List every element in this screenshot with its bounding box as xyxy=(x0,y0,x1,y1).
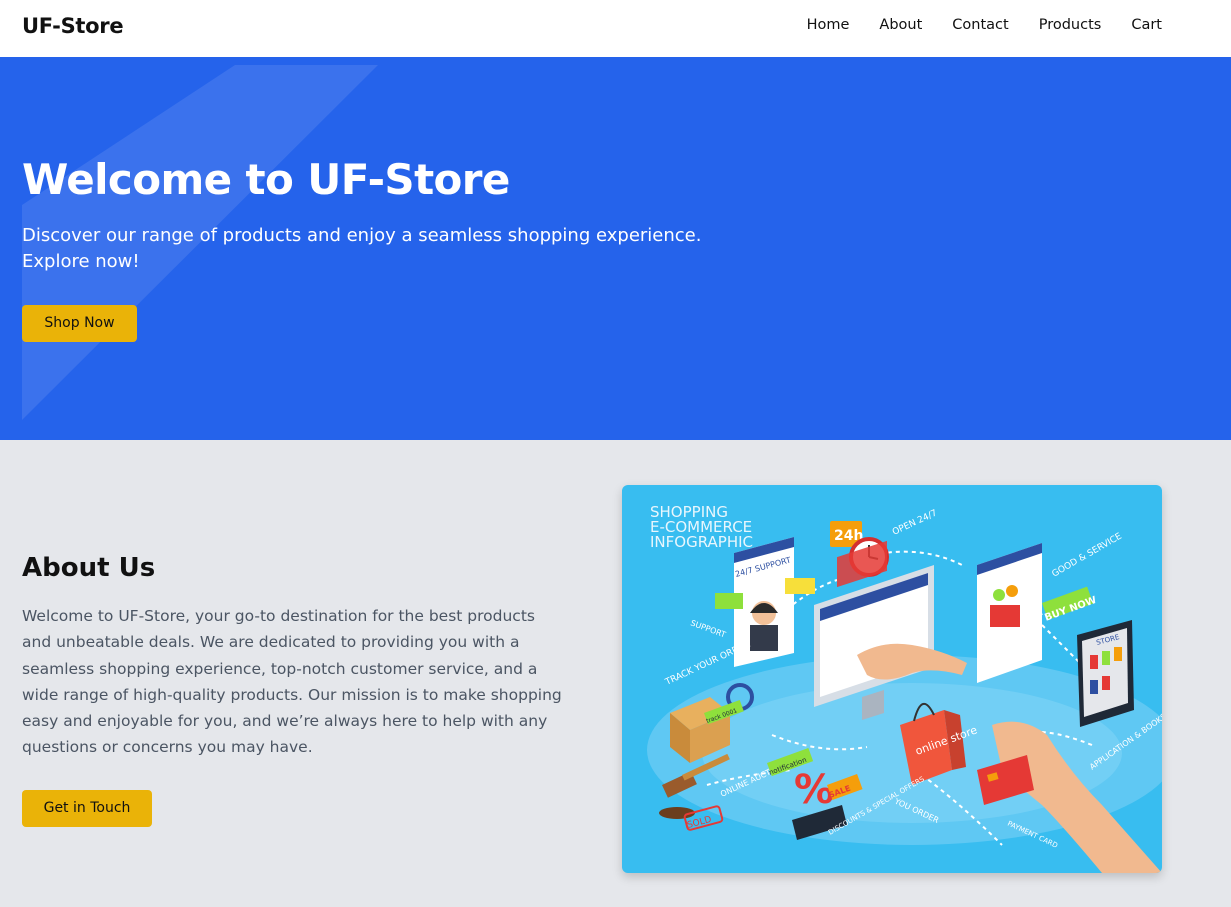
nav-links: Home About Contact Products Cart xyxy=(807,17,1162,33)
get-in-touch-button[interactable]: Get in Touch xyxy=(22,790,152,827)
svg-text:OPEN 24/7: OPEN 24/7 xyxy=(891,508,939,537)
infographic-heading-3: INFOGRAPHIC xyxy=(650,533,753,551)
nav-link-products[interactable]: Products xyxy=(1039,17,1102,33)
shop-now-button[interactable]: Shop Now xyxy=(22,305,137,342)
svg-text:SUPPORT: SUPPORT xyxy=(689,618,727,639)
nav-link-about[interactable]: About xyxy=(879,17,922,33)
navbar: UF-Store Home About Contact Products Car… xyxy=(0,0,1231,57)
about-title: About Us xyxy=(22,553,156,583)
ecommerce-infographic-image: SHOPPING E-COMMERCE INFOGRAPHIC 24/7 SUP… xyxy=(622,485,1162,873)
hero-subtitle: Discover our range of products and enjoy… xyxy=(22,225,702,272)
nav-link-home[interactable]: Home xyxy=(807,17,850,33)
tablet-store: STORE xyxy=(1077,620,1134,727)
hero-section: Welcome to UF-Store Discover our range o… xyxy=(0,57,1231,440)
nav-link-cart[interactable]: Cart xyxy=(1131,17,1162,33)
nav-link-contact[interactable]: Contact xyxy=(952,17,1008,33)
hero-title: Welcome to UF-Store xyxy=(22,155,510,204)
svg-text:SOLD: SOLD xyxy=(686,815,713,831)
svg-text:GOOD & SERVICE: GOOD & SERVICE xyxy=(1051,531,1124,579)
site-logo[interactable]: UF-Store xyxy=(22,14,124,38)
svg-text:%: % xyxy=(794,767,834,813)
about-text: Welcome to UF-Store, your go-to destinat… xyxy=(22,607,562,757)
good-service-card xyxy=(977,543,1042,683)
